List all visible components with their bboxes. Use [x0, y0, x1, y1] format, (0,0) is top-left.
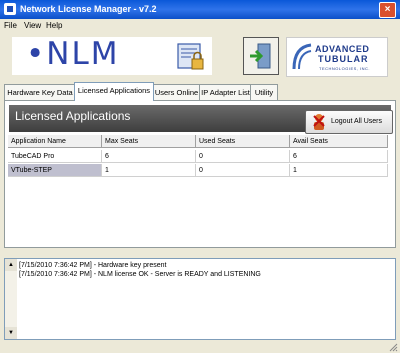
log-line: [7/15/2010 7:36:42 PM] - NLM license OK …: [19, 271, 261, 278]
tubular-mark-icon: [292, 43, 312, 70]
table-cell: 6: [290, 150, 388, 163]
logout-all-users-button[interactable]: Logout All Users: [305, 110, 393, 134]
table-cell: 1: [290, 164, 388, 177]
logo-line-3: TECHNOLOGIES, INC.: [319, 66, 371, 71]
panel-header: Licensed Applications Logout All Users: [9, 105, 393, 134]
nlm-logo: •NLM: [12, 36, 212, 75]
menu-help[interactable]: Help: [46, 21, 62, 30]
table-cell: 1: [102, 164, 196, 177]
table-row[interactable]: VTube-STEP 1 0 1: [8, 164, 388, 178]
exit-door-icon: [250, 43, 271, 69]
logo-line-2: TUBULAR: [318, 54, 369, 64]
table-header-row: Application Name Max Seats Used Seats Av…: [8, 135, 388, 149]
license-lock-icon: [177, 43, 204, 70]
menu-view[interactable]: View: [24, 21, 41, 30]
panel-title: Licensed Applications: [15, 109, 131, 123]
app-icon: [4, 3, 16, 15]
close-button[interactable]: ×: [379, 2, 396, 18]
table-cell: VTube-STEP: [8, 164, 102, 177]
table-cell: 6: [102, 150, 196, 163]
title-bar: Network License Manager - v7.2 ×: [0, 0, 400, 19]
tab-licensed-applications[interactable]: Licensed Applications: [74, 82, 154, 101]
table-cell: TubeCAD Pro: [8, 150, 102, 163]
banner: •NLM ADVANCED TUBULAR TECHNOLOGIES, INC.: [4, 34, 396, 78]
exit-button[interactable]: [243, 37, 279, 75]
licensed-applications-panel: Licensed Applications Logout All Users A…: [4, 100, 396, 248]
column-header[interactable]: Max Seats: [102, 135, 196, 148]
log-scrollbar[interactable]: ▲ ▼: [5, 259, 17, 339]
logout-all-users-label: Logout All Users: [331, 118, 382, 125]
window-title: Network License Manager - v7.2: [20, 4, 157, 14]
log-lines: [7/15/2010 7:36:42 PM] - Hardware key pr…: [19, 261, 261, 279]
table-cell: 0: [196, 150, 290, 163]
status-bar: [0, 342, 400, 353]
menu-bar: File View Help: [0, 19, 400, 33]
logout-users-icon: [313, 114, 325, 130]
tab-utility[interactable]: Utility: [250, 84, 278, 100]
table-cell: 0: [196, 164, 290, 177]
logo-line-1: ADVANCED: [315, 44, 370, 54]
scroll-down-arrow-icon[interactable]: ▼: [5, 327, 17, 339]
tab-users-online[interactable]: Users Online: [152, 84, 201, 100]
tab-ip-adapter-list[interactable]: IP Adapter List: [199, 84, 252, 100]
resize-grip-icon[interactable]: [389, 343, 398, 352]
log-line: [7/15/2010 7:36:42 PM] - Hardware key pr…: [19, 262, 167, 269]
table-row[interactable]: TubeCAD Pro 6 0 6: [8, 150, 388, 164]
column-header[interactable]: Avail Seats: [290, 135, 388, 148]
tab-hardware-key-data[interactable]: Hardware Key Data: [4, 84, 76, 100]
scroll-up-arrow-icon[interactable]: ▲: [5, 259, 17, 271]
menu-file[interactable]: File: [4, 21, 17, 30]
column-header[interactable]: Application Name: [8, 135, 102, 148]
event-log[interactable]: ▲ ▼ [7/15/2010 7:36:42 PM] - Hardware ke…: [4, 258, 396, 340]
advanced-tubular-logo: ADVANCED TUBULAR TECHNOLOGIES, INC.: [286, 37, 388, 77]
column-header[interactable]: Used Seats: [196, 135, 290, 148]
nlm-logo-text: •NLM: [26, 36, 120, 72]
